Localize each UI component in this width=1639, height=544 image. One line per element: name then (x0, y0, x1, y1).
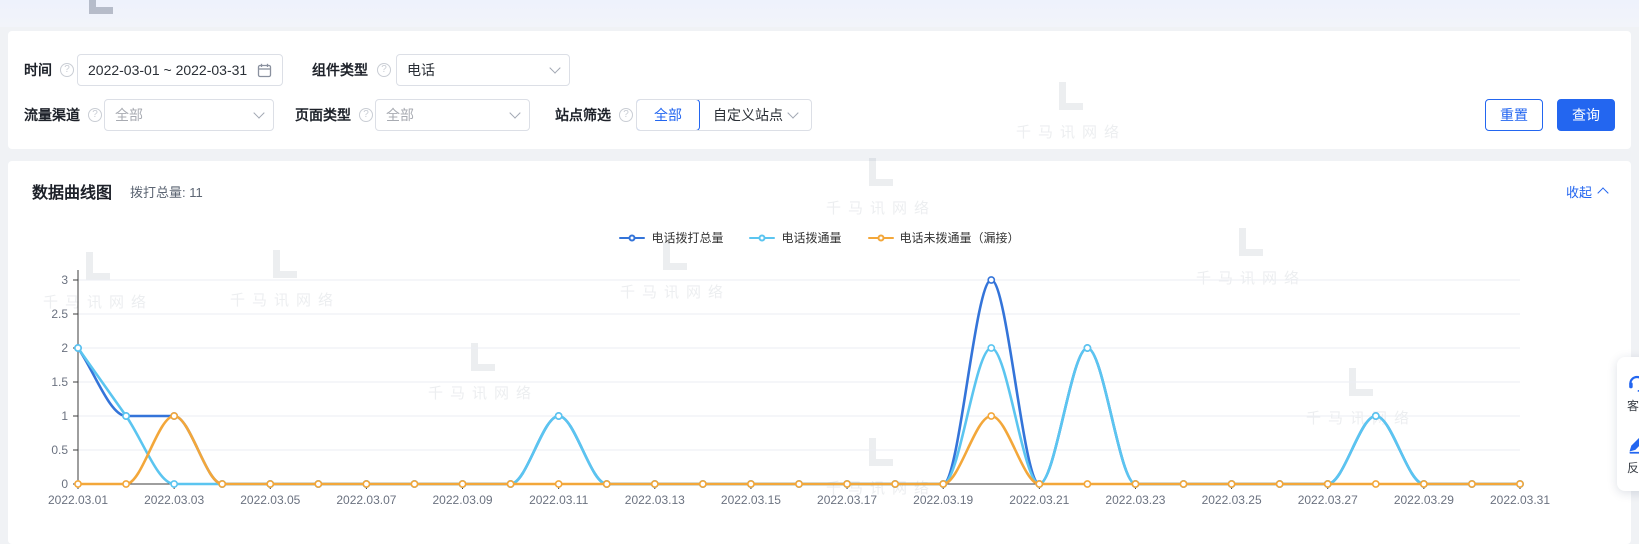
chart-panel: 数据曲线图 拨打总量: 11 收起 电话拨打总量 电话拨通量 电话未拨通量（漏接… (8, 161, 1631, 544)
chevron-up-icon (1597, 187, 1608, 198)
chevron-down-icon (787, 107, 798, 118)
chevron-down-icon (253, 107, 264, 118)
time-help-icon[interactable] (60, 63, 74, 77)
customer-service-button[interactable]: 客服 (1627, 372, 1639, 414)
page-type-help-icon[interactable] (359, 108, 373, 122)
svg-text:2022.03.31: 2022.03.31 (1490, 493, 1550, 507)
date-range-input[interactable]: 2022-03-01 ~ 2022-03-31 (77, 54, 283, 86)
svg-text:2022.03.17: 2022.03.17 (817, 493, 877, 507)
site-filter-all-label: 全部 (654, 100, 682, 130)
legend-label: 电话拨打总量 (651, 229, 723, 246)
time-label: 时间 (24, 54, 52, 86)
page-type-select[interactable]: 全部 (375, 99, 530, 131)
collapse-link[interactable]: 收起 (1566, 182, 1607, 201)
legend-item[interactable]: 电话拨通量 (749, 229, 841, 246)
svg-text:3: 3 (61, 273, 68, 287)
chevron-down-icon (549, 62, 560, 73)
component-type-value: 电话 (407, 60, 551, 80)
site-filter-label: 站点筛选 (555, 99, 611, 131)
top-band (0, 0, 1639, 27)
pen-icon (1627, 434, 1639, 454)
site-filter-all-button[interactable]: 全部 (636, 99, 700, 131)
component-type-select[interactable]: 电话 (396, 54, 570, 86)
headset-icon (1627, 372, 1639, 392)
filter-panel: 时间 2022-03-01 ~ 2022-03-31 组件类型 电话 流量渠道 … (8, 31, 1631, 149)
site-filter-custom-label: 自定义站点 (713, 100, 783, 130)
svg-text:2022.03.01: 2022.03.01 (48, 493, 108, 507)
svg-text:2022.03.29: 2022.03.29 (1394, 493, 1454, 507)
traffic-channel-select[interactable]: 全部 (104, 99, 274, 131)
component-type-help-icon[interactable] (377, 63, 391, 77)
svg-text:2022.03.19: 2022.03.19 (913, 493, 973, 507)
svg-text:2.5: 2.5 (51, 307, 68, 321)
svg-text:2022.03.11: 2022.03.11 (529, 493, 588, 507)
site-filter-custom-button[interactable]: 自定义站点 (699, 100, 811, 130)
line-chart: 0 0.5 1 1.5 2 2.5 3 2022.03.01 2022.03.03 2022.03… (32, 248, 1608, 516)
svg-text:2022.03.25: 2022.03.25 (1202, 493, 1262, 507)
traffic-channel-help-icon[interactable] (88, 108, 102, 122)
site-filter-help-icon[interactable] (619, 108, 633, 122)
svg-text:2022.03.15: 2022.03.15 (721, 493, 781, 507)
svg-text:2022.03.21: 2022.03.21 (1009, 493, 1069, 507)
legend-label: 电话拨通量 (781, 229, 841, 246)
float-help-widget: 客服 反馈 (1617, 357, 1639, 491)
collapse-label: 收起 (1566, 182, 1592, 201)
legend-item[interactable]: 电话未拨通量（漏接） (868, 229, 1020, 246)
traffic-channel-label: 流量渠道 (24, 99, 80, 131)
traffic-channel-value: 全部 (115, 105, 255, 125)
reset-button[interactable]: 重置 (1485, 99, 1543, 131)
svg-text:1.5: 1.5 (51, 375, 68, 389)
legend-label: 电话未拨通量（漏接） (900, 229, 1020, 246)
site-filter-group: 全部 自定义站点 (636, 99, 812, 131)
page-type-label: 页面类型 (295, 99, 351, 131)
svg-text:2022.03.09: 2022.03.09 (433, 493, 493, 507)
svg-text:2022.03.23: 2022.03.23 (1105, 493, 1165, 507)
date-range-value: 2022-03-01 ~ 2022-03-31 (88, 62, 249, 78)
legend-marker-icon (619, 233, 645, 243)
svg-text:0.5: 0.5 (51, 443, 68, 457)
svg-text:2022.03.13: 2022.03.13 (625, 493, 685, 507)
legend-item[interactable]: 电话拨打总量 (619, 229, 723, 246)
svg-text:1: 1 (61, 409, 68, 423)
svg-text:2: 2 (61, 341, 68, 355)
component-type-label: 组件类型 (312, 54, 368, 86)
legend-marker-icon (749, 233, 775, 243)
customer-service-label: 客服 (1627, 397, 1639, 414)
svg-text:2022.03.05: 2022.03.05 (240, 493, 300, 507)
page-type-value: 全部 (386, 105, 511, 125)
chart-subtitle: 拨打总量: 11 (130, 182, 203, 201)
query-button[interactable]: 查询 (1557, 99, 1615, 131)
chevron-down-icon (509, 107, 520, 118)
feedback-button[interactable]: 反馈 (1627, 434, 1639, 476)
feedback-label: 反馈 (1627, 459, 1639, 476)
calendar-icon (257, 63, 272, 78)
svg-text:2022.03.07: 2022.03.07 (336, 493, 396, 507)
svg-text:2022.03.03: 2022.03.03 (144, 493, 204, 507)
chart-legend: 电话拨打总量 电话拨通量 电话未拨通量（漏接） (32, 229, 1607, 246)
legend-marker-icon (868, 233, 894, 243)
svg-text:2022.03.27: 2022.03.27 (1298, 493, 1358, 507)
svg-text:0: 0 (61, 477, 68, 491)
chart-title: 数据曲线图 (32, 179, 112, 203)
